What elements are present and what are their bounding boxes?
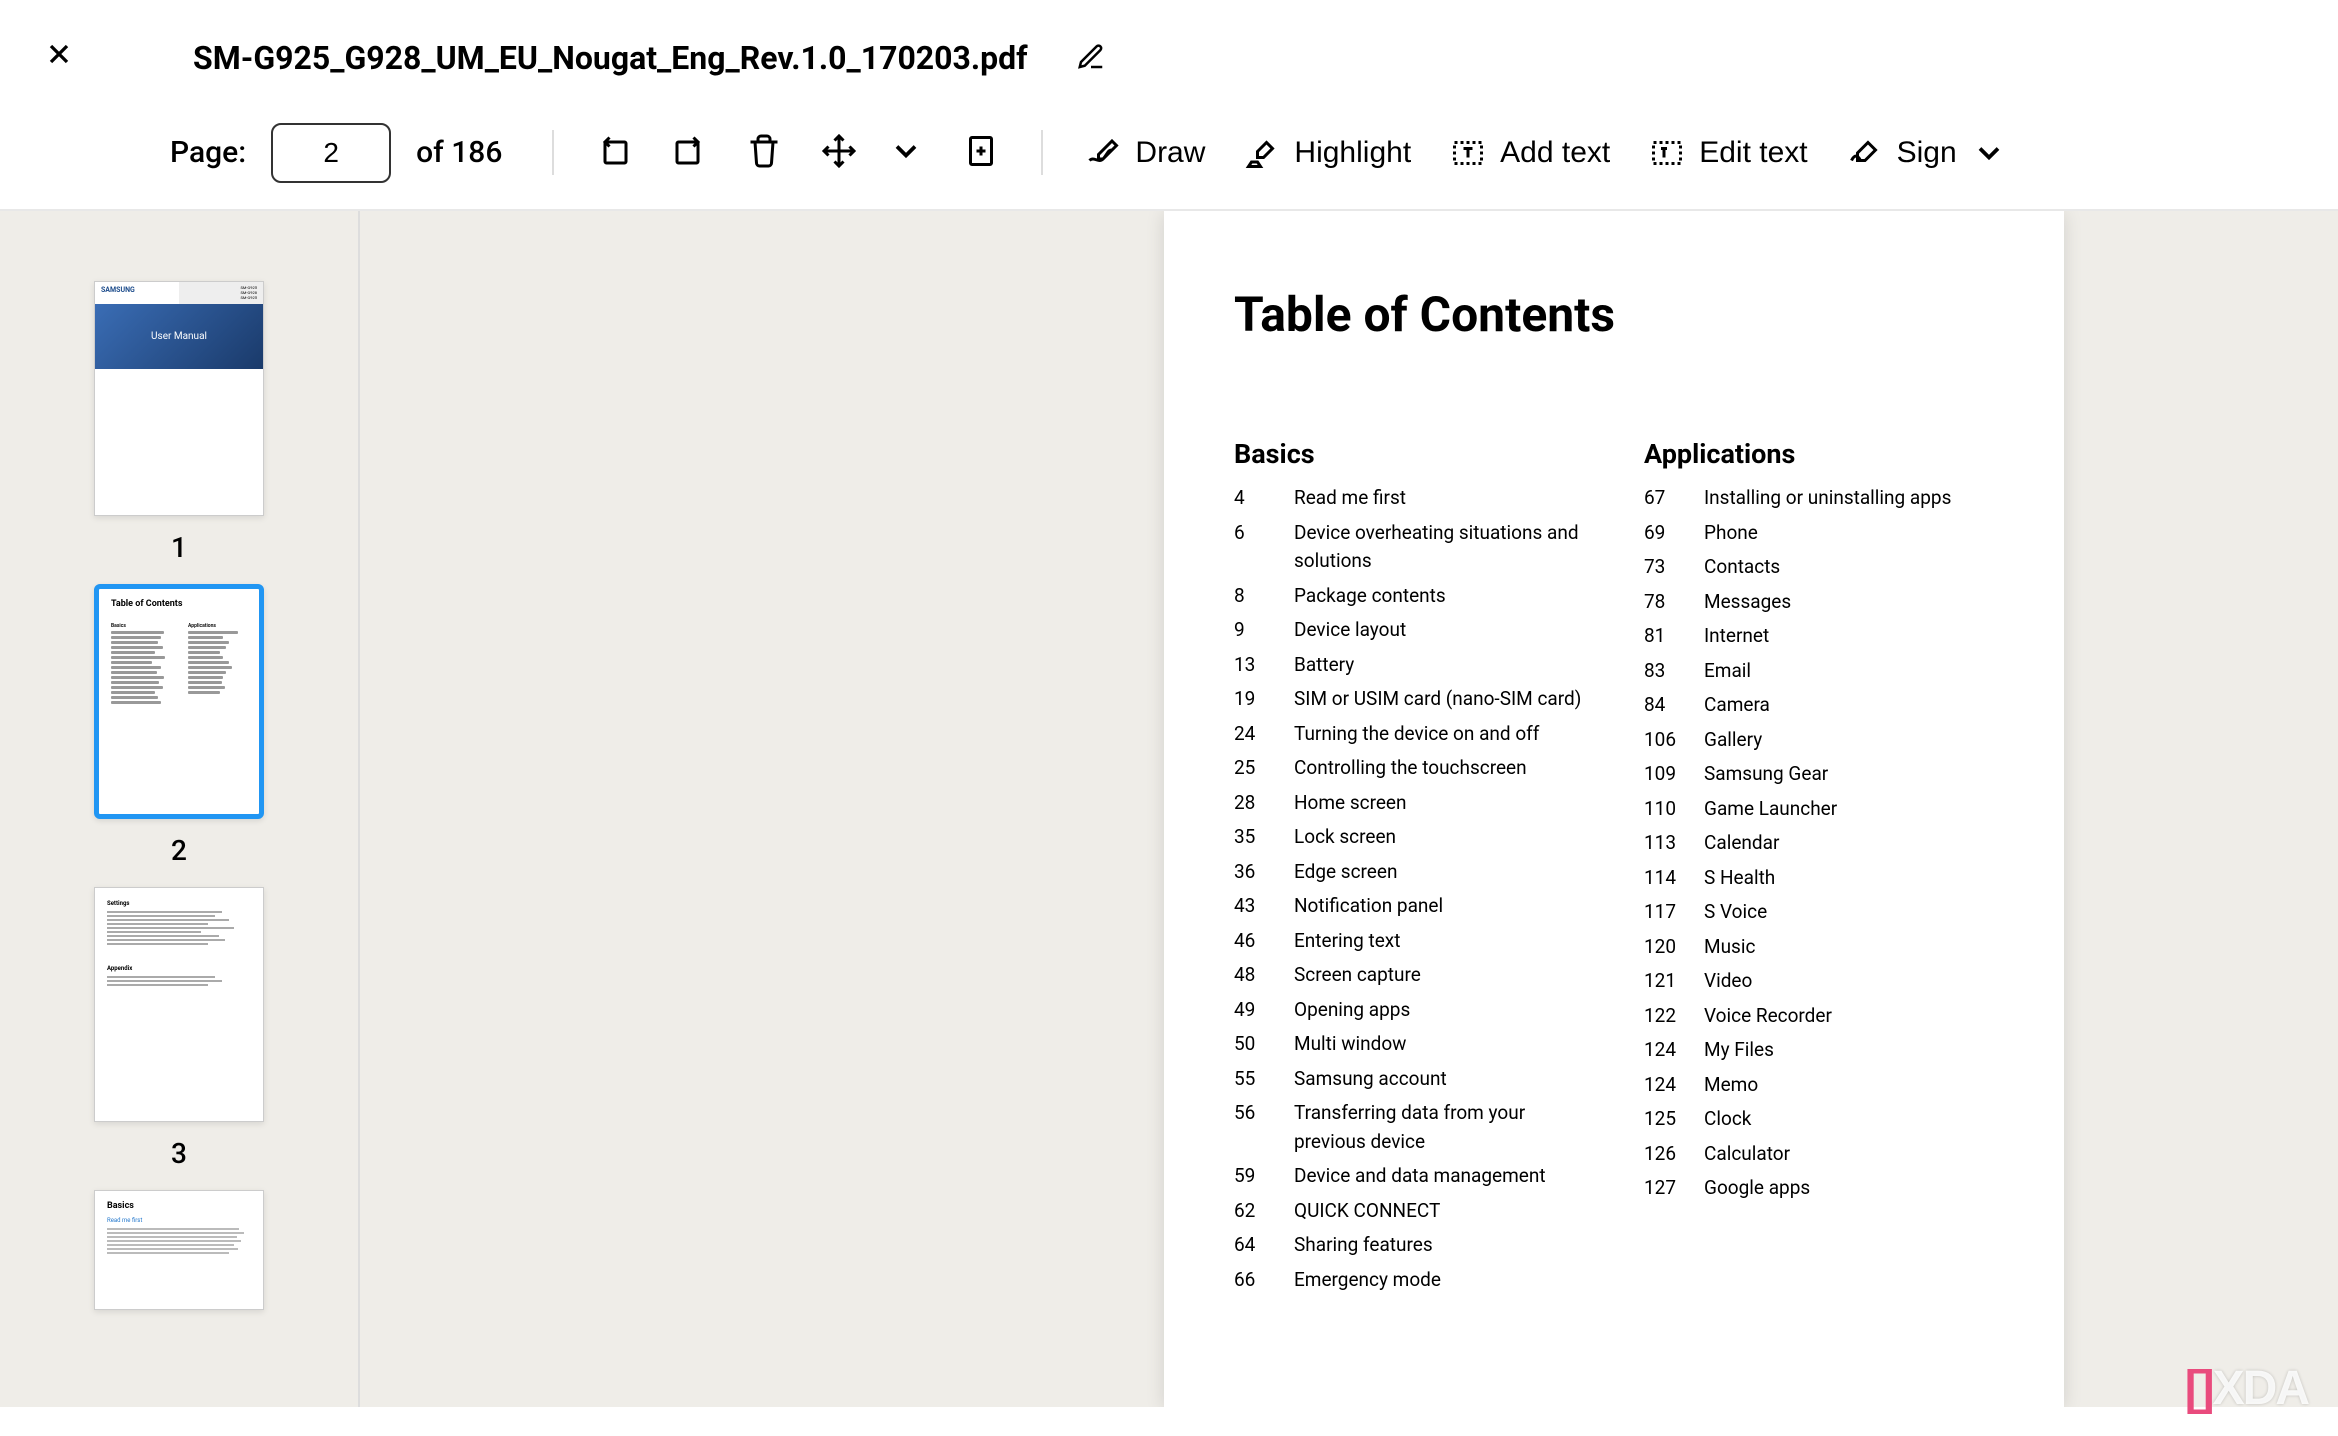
toc-row[interactable]: 43Notification panel bbox=[1234, 892, 1584, 921]
toc-applications: Applications 67Installing or uninstallin… bbox=[1644, 438, 1994, 1300]
add-text-icon bbox=[1450, 135, 1486, 171]
toc-row[interactable]: 50Multi window bbox=[1234, 1030, 1584, 1059]
draw-icon bbox=[1085, 135, 1121, 171]
divider bbox=[1041, 130, 1043, 175]
toc-row[interactable]: 106Gallery bbox=[1644, 726, 1994, 755]
toc-row[interactable]: 127Google apps bbox=[1644, 1174, 1994, 1203]
toc-row[interactable]: 114S Health bbox=[1644, 864, 1994, 893]
toolbar: Page: of 186 Draw Highlight Add text Edi… bbox=[0, 111, 2338, 211]
delete-button[interactable] bbox=[734, 121, 794, 184]
thumbnail-4[interactable]: Basics Read me first bbox=[94, 1190, 264, 1310]
toc-row[interactable]: 66Emergency mode bbox=[1234, 1266, 1584, 1295]
page-title: Table of Contents bbox=[1234, 286, 1994, 343]
page-label: Page: bbox=[170, 135, 246, 170]
edit-text-button[interactable]: Edit text bbox=[1637, 123, 1819, 183]
filename: SM-G925_G928_UM_EU_Nougat_Eng_Rev.1.0_17… bbox=[193, 39, 1028, 77]
toc-row[interactable]: 124My Files bbox=[1644, 1036, 1994, 1065]
thumb-subtitle: User Manual bbox=[95, 304, 263, 369]
toc-row[interactable]: 84Camera bbox=[1644, 691, 1994, 720]
toc-row[interactable]: 81Internet bbox=[1644, 622, 1994, 651]
toc-row[interactable]: 55Samsung account bbox=[1234, 1065, 1584, 1094]
main: SAMSUNG SM-G925SM-G928SM-G925 User Manua… bbox=[0, 211, 2338, 1407]
toc-row[interactable]: 124Memo bbox=[1644, 1071, 1994, 1100]
toc-row[interactable]: 83Email bbox=[1644, 657, 1994, 686]
insert-page-icon bbox=[963, 133, 999, 169]
toc-row[interactable]: 64Sharing features bbox=[1234, 1231, 1584, 1260]
rotate-ccw-button[interactable] bbox=[584, 121, 644, 184]
move-dropdown[interactable] bbox=[876, 121, 936, 184]
toc-row[interactable]: 122Voice Recorder bbox=[1644, 1002, 1994, 1031]
toc-section-title: Applications bbox=[1644, 438, 1994, 470]
rotate-cw-icon bbox=[671, 133, 707, 169]
close-icon bbox=[43, 38, 75, 70]
thumbnail-2[interactable]: Table of Contents Basics Applications 2 bbox=[94, 584, 264, 867]
toc-row[interactable]: 9Device layout bbox=[1234, 616, 1584, 645]
toc-row[interactable]: 35Lock screen bbox=[1234, 823, 1584, 852]
toc-row[interactable]: 113Calendar bbox=[1644, 829, 1994, 858]
toc-row[interactable]: 56Transferring data from your previous d… bbox=[1234, 1099, 1584, 1156]
highlight-button[interactable]: Highlight bbox=[1232, 123, 1423, 183]
edit-text-icon bbox=[1649, 135, 1685, 171]
toc-row[interactable]: 13Battery bbox=[1234, 651, 1584, 680]
thumb-label: 2 bbox=[171, 834, 187, 867]
sign-button[interactable]: Sign bbox=[1835, 123, 2019, 183]
page-input[interactable] bbox=[271, 123, 391, 183]
page-total: of 186 bbox=[416, 135, 502, 170]
toc-row[interactable]: 4Read me first bbox=[1234, 484, 1584, 513]
move-icon bbox=[821, 133, 857, 169]
thumb-label: 1 bbox=[171, 531, 187, 564]
thumb-label: 3 bbox=[171, 1137, 187, 1170]
toc-basics: Basics 4Read me first 6Device overheating… bbox=[1234, 438, 1584, 1300]
thumbnail-sidebar[interactable]: SAMSUNG SM-G925SM-G928SM-G925 User Manua… bbox=[0, 211, 360, 1407]
toc-row[interactable]: 73Contacts bbox=[1644, 553, 1994, 582]
pencil-icon bbox=[1076, 42, 1106, 72]
move-button[interactable] bbox=[809, 121, 869, 184]
edit-filename-button[interactable] bbox=[1068, 34, 1114, 83]
page-view[interactable]: Table of Contents Basics 4Read me first 6… bbox=[360, 211, 2338, 1407]
toc-row[interactable]: 110Game Launcher bbox=[1644, 795, 1994, 824]
toc-row[interactable]: 78Messages bbox=[1644, 588, 1994, 617]
toc-row[interactable]: 48Screen capture bbox=[1234, 961, 1584, 990]
toc-row[interactable]: 117S Voice bbox=[1644, 898, 1994, 927]
highlight-icon bbox=[1244, 135, 1280, 171]
toc-row[interactable]: 120Music bbox=[1644, 933, 1994, 962]
watermark: []XDA bbox=[2185, 1361, 2308, 1416]
pdf-page: Table of Contents Basics 4Read me first 6… bbox=[1164, 211, 2064, 1407]
sign-icon bbox=[1847, 135, 1883, 171]
draw-button[interactable]: Draw bbox=[1073, 123, 1217, 183]
toc-row[interactable]: 62QUICK CONNECT bbox=[1234, 1197, 1584, 1226]
insert-page-button[interactable] bbox=[951, 121, 1011, 184]
rotate-ccw-icon bbox=[596, 133, 632, 169]
toc-row[interactable]: 24Turning the device on and off bbox=[1234, 720, 1584, 749]
toc-row[interactable]: 28Home screen bbox=[1234, 789, 1584, 818]
toc-row[interactable]: 67Installing or uninstalling apps bbox=[1644, 484, 1994, 513]
toc-row[interactable]: 36Edge screen bbox=[1234, 858, 1584, 887]
toc-row[interactable]: 69Phone bbox=[1644, 519, 1994, 548]
close-button[interactable] bbox=[35, 30, 83, 86]
toc-row[interactable]: 8Package contents bbox=[1234, 582, 1584, 611]
chevron-down-icon bbox=[888, 133, 924, 169]
toc-row[interactable]: 121Video bbox=[1644, 967, 1994, 996]
thumbnail-3[interactable]: Settings Appendix 3 bbox=[94, 887, 264, 1170]
toc-row[interactable]: 46Entering text bbox=[1234, 927, 1584, 956]
thumbnail-1[interactable]: SAMSUNG SM-G925SM-G928SM-G925 User Manua… bbox=[94, 281, 264, 564]
header: SM-G925_G928_UM_EU_Nougat_Eng_Rev.1.0_17… bbox=[0, 0, 2338, 111]
toc-row[interactable]: 49Opening apps bbox=[1234, 996, 1584, 1025]
trash-icon bbox=[746, 133, 782, 169]
toc-row[interactable]: 6Device overheating situations and solut… bbox=[1234, 519, 1584, 576]
chevron-down-icon bbox=[1971, 135, 2007, 171]
rotate-cw-button[interactable] bbox=[659, 121, 719, 184]
add-text-button[interactable]: Add text bbox=[1438, 123, 1622, 183]
toc-row[interactable]: 126Calculator bbox=[1644, 1140, 1994, 1169]
toc-row[interactable]: 25Controlling the touchscreen bbox=[1234, 754, 1584, 783]
divider bbox=[552, 130, 554, 175]
toc-row[interactable]: 19SIM or USIM card (nano-SIM card) bbox=[1234, 685, 1584, 714]
toc-row[interactable]: 109Samsung Gear bbox=[1644, 760, 1994, 789]
toc-section-title: Basics bbox=[1234, 438, 1584, 470]
toc-row[interactable]: 125Clock bbox=[1644, 1105, 1994, 1134]
toc-row[interactable]: 59Device and data management bbox=[1234, 1162, 1584, 1191]
thumb-brand: SAMSUNG bbox=[101, 286, 135, 300]
